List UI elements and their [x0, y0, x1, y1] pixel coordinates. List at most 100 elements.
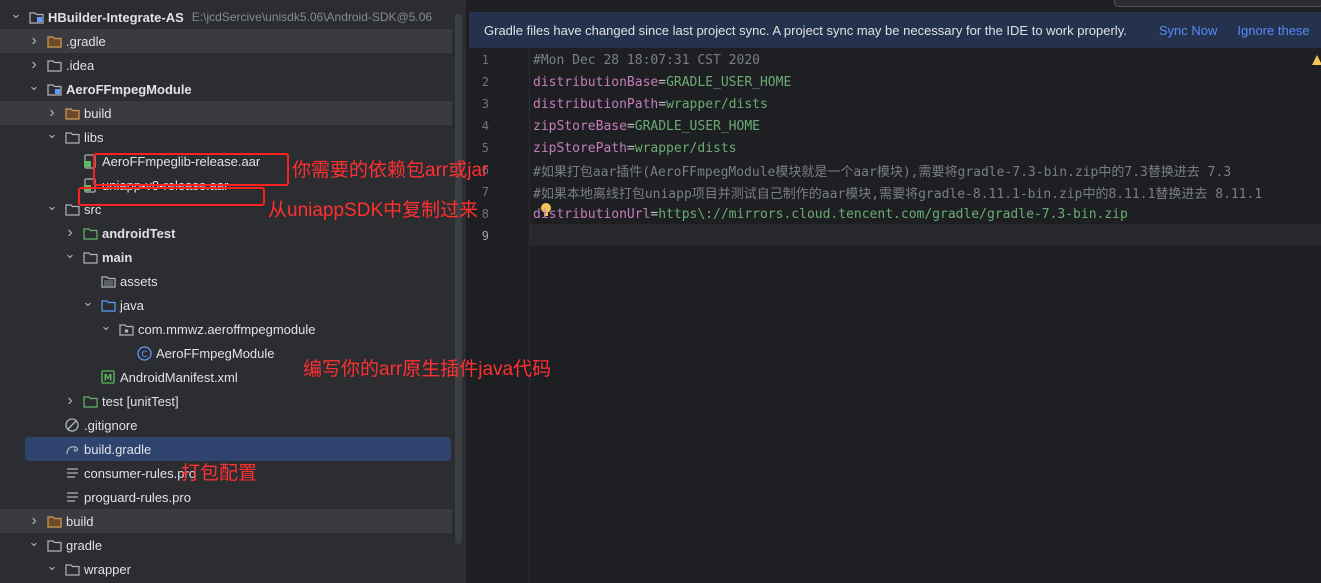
- tree-item-label: build: [84, 105, 112, 121]
- code-line[interactable]: 2 distributionBase=GRADLE_USER_HOME: [469, 71, 1321, 93]
- code-token: #Mon Dec 28 18:07:31 CST 2020: [533, 52, 760, 68]
- code-token: =: [658, 74, 667, 90]
- chevron-down-icon[interactable]: ⌄: [28, 534, 40, 549]
- tree-item-label: test [unitTest]: [102, 393, 179, 409]
- sync-now-link[interactable]: Sync Now: [1159, 23, 1218, 38]
- chevron-right-icon[interactable]: ›: [46, 104, 58, 121]
- tree-item-path: E:\jcdSercive\unisdk5.06\Android-SDK@5.0…: [191, 10, 433, 24]
- code-token: #如果打包aar插件(AeroFFmpegModule模块就是一个aar模块),…: [533, 164, 1232, 180]
- code-token: distributionBase: [533, 74, 659, 90]
- line-number: 9: [481, 229, 489, 243]
- line-number: 4: [481, 119, 489, 133]
- code-line[interactable]: 6 #如果打包aar插件(AeroFFmpegModule模块就是一个aar模块)…: [469, 159, 1321, 181]
- tree-item[interactable]: ⌄ java: [0, 293, 452, 317]
- line-number: 5: [481, 141, 489, 155]
- chevron-down-icon[interactable]: ⌄: [46, 558, 58, 573]
- tree-item-label: AeroFFmpegModule: [156, 345, 275, 361]
- folder-icon: [82, 249, 98, 265]
- banner-message: Gradle files have changed since last pro…: [484, 22, 1127, 38]
- chevron-down-icon[interactable]: ⌄: [46, 198, 58, 213]
- tree-item[interactable]: ⌄ wrapper: [0, 557, 452, 581]
- code-line[interactable]: 8 distributionUrl=https\://mirrors.cloud.…: [469, 203, 1321, 225]
- code-text: distributionUrl=https\://mirrors.cloud.t…: [533, 207, 1128, 222]
- excluded-folder-icon: [46, 33, 62, 49]
- code-line[interactable]: 7 #如果本地离线打包uniapp项目并测试自己制作的aar模块,需要将gradl…: [469, 181, 1321, 203]
- annotation-write-java-code: 编写你的arr原生插件java代码: [303, 359, 552, 380]
- code-token: wrapper/dists: [634, 140, 737, 156]
- code-text: #Mon Dec 28 18:07:31 CST 2020: [533, 53, 760, 68]
- tree-item[interactable]: .gitignore: [0, 413, 452, 437]
- tree-scrollbar[interactable]: [455, 14, 462, 544]
- tree-item[interactable]: › .gradle: [0, 29, 452, 53]
- folder-icon: [64, 561, 80, 577]
- chevron-right-icon[interactable]: ›: [64, 392, 76, 409]
- test-folder-icon: [82, 393, 98, 409]
- tree-item-label: androidTest: [102, 225, 176, 241]
- tree-item[interactable]: › androidTest: [0, 221, 452, 245]
- tree-item[interactable]: ⌄ libs: [0, 125, 452, 149]
- tree-item[interactable]: ⌄ gradle: [0, 533, 452, 557]
- tree-item-label: build: [66, 513, 94, 529]
- tree-item[interactable]: › .idea: [0, 53, 452, 77]
- line-number: 1: [481, 53, 489, 67]
- annotation-copy-from-sdk: 从uniappSDK中复制过来: [268, 200, 479, 221]
- tree-item-label: .gitignore: [84, 417, 138, 433]
- excluded-folder-icon: [64, 105, 80, 121]
- code-line[interactable]: 9: [469, 225, 1321, 247]
- chevron-right-icon[interactable]: ›: [28, 32, 40, 49]
- module-icon: [28, 9, 44, 25]
- tree-item[interactable]: › build: [0, 509, 452, 533]
- folder-icon: [46, 57, 62, 73]
- tree-item[interactable]: assets: [0, 269, 452, 293]
- tree-item[interactable]: ⌄ AeroFFmpegModule: [0, 77, 452, 101]
- annotation-box-aar1: [93, 153, 289, 186]
- code-editor[interactable]: Gradle files have changed since last pro…: [469, 0, 1321, 583]
- tree-item[interactable]: ⌄ HBuilder-Integrate-AS E:\jcdSercive\unis…: [0, 5, 452, 29]
- ignore-changes-link[interactable]: Ignore these: [1237, 23, 1309, 38]
- chevron-down-icon[interactable]: ⌄: [10, 6, 22, 21]
- code-token: =: [626, 118, 635, 134]
- editor-top-strip: [1114, 0, 1321, 7]
- chevron-down-icon[interactable]: ⌄: [46, 126, 58, 141]
- assets-folder-icon: [100, 273, 116, 289]
- tree-item-label: .idea: [66, 57, 95, 73]
- code-line[interactable]: 1 #Mon Dec 28 18:07:31 CST 2020: [469, 49, 1321, 71]
- code-text: #如果打包aar插件(AeroFFmpegModule模块就是一个aar模块),…: [533, 161, 1231, 180]
- tree-item-label: java: [120, 297, 144, 313]
- svg-text:C: C: [141, 350, 147, 360]
- chevron-down-icon[interactable]: ⌄: [82, 294, 94, 309]
- code-line[interactable]: 4 zipStoreBase=GRADLE_USER_HOME: [469, 115, 1321, 137]
- code-token: zipStoreBase: [533, 118, 627, 134]
- folder-icon: [64, 129, 80, 145]
- gitignore-icon: [64, 417, 80, 433]
- annotation-box-aar2: [78, 187, 265, 206]
- code-line[interactable]: 5 zipStorePath=wrapper/dists: [469, 137, 1321, 159]
- chevron-right-icon[interactable]: ›: [28, 512, 40, 529]
- tree-item-label: assets: [120, 273, 158, 289]
- source-folder-icon: [100, 297, 116, 313]
- tree-item-label: build.gradle: [84, 441, 152, 457]
- manifest-icon: M: [100, 369, 116, 385]
- folder-icon: [46, 537, 62, 553]
- tree-item[interactable]: ⌄ com.mmwz.aeroffmpegmodule: [0, 317, 452, 341]
- tree-item[interactable]: ⌄ main: [0, 245, 452, 269]
- package-icon: [118, 321, 134, 337]
- tree-item[interactable]: › test [unitTest]: [0, 389, 452, 413]
- tree-item[interactable]: › build: [0, 101, 452, 125]
- line-number: 3: [481, 97, 489, 111]
- chevron-down-icon[interactable]: ⌄: [100, 318, 112, 333]
- chevron-down-icon[interactable]: ⌄: [64, 246, 76, 261]
- tree-item-label: main: [102, 249, 133, 265]
- code-token: wrapper/dists: [666, 96, 768, 112]
- tree-item[interactable]: proguard-rules.pro: [0, 485, 452, 509]
- chevron-right-icon[interactable]: ›: [64, 224, 76, 241]
- code-line[interactable]: 3 distributionPath=wrapper/dists: [469, 93, 1321, 115]
- chevron-right-icon[interactable]: ›: [28, 56, 40, 73]
- chevron-down-icon[interactable]: ⌄: [28, 78, 40, 93]
- tree-item-label: HBuilder-Integrate-AS: [48, 9, 184, 25]
